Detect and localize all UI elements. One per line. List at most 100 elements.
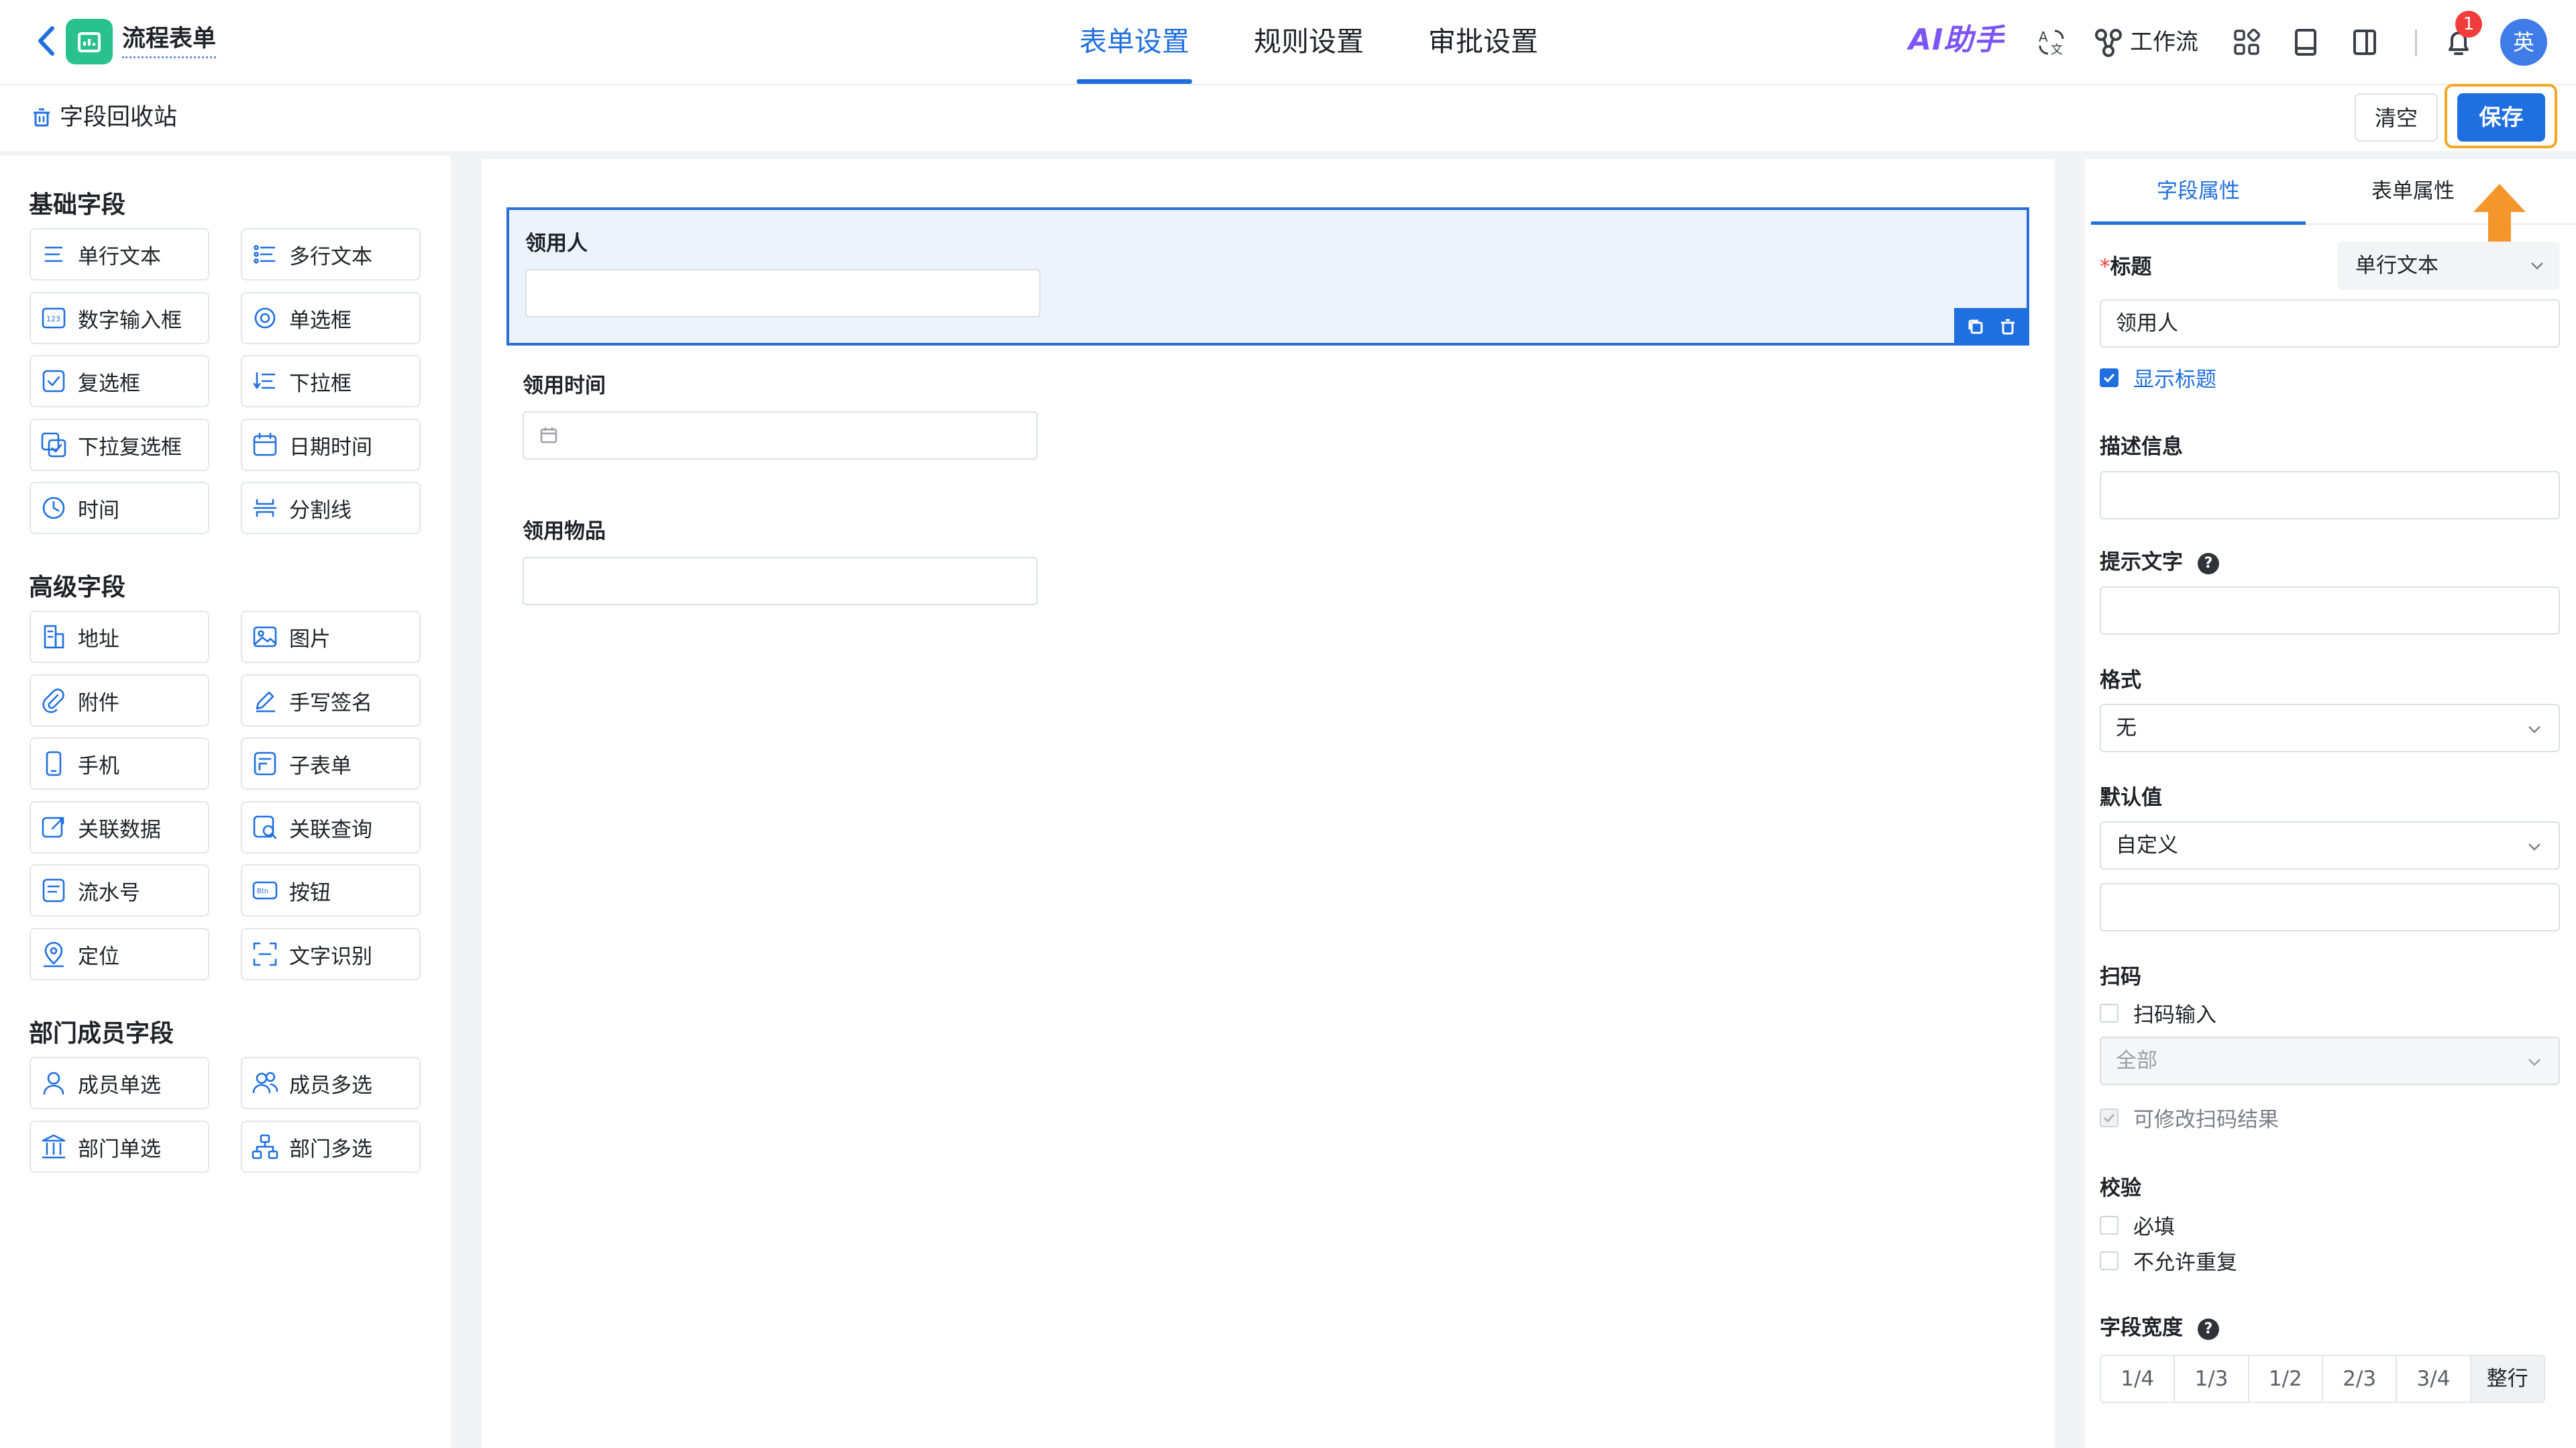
show-title-checkbox[interactable]: 显示标题 [2100,362,2216,393]
back-arrow-icon[interactable] [32,20,59,62]
palette-item[interactable]: 多行文本 [241,228,421,280]
calendar-icon [540,427,557,444]
app-logo-icon [66,19,113,64]
palette-item[interactable]: 子表单 [241,737,421,790]
palette-item[interactable]: 单选框 [241,292,421,344]
help-icon[interactable]: ? [2198,552,2219,574]
action-bar: 字段回收站 清空 [0,85,2576,151]
workflow-icon[interactable] [2092,25,2125,59]
top-header: 流程表单 表单设置 规则设置 审批设置 AI助手 A 文 工作流 1 英 [0,0,2576,85]
validation-label: 校验 [2100,1176,2141,1200]
palette-item[interactable]: 下拉框 [241,355,421,407]
checkbox-checked-icon [2100,368,2118,387]
properties-panel: 字段属性 表单属性 *标题 单行文本 领用人 显示标题 描述信息 提示文字? 格… [2085,159,2576,1448]
field-type-select[interactable]: 单行文本 [2338,242,2560,290]
palette-item[interactable]: 手机 [30,737,209,790]
palette-item[interactable]: 地址 [30,611,209,663]
chevron-down-icon [2528,1059,2540,1066]
form-field-selected[interactable]: 领用人 [506,207,2029,346]
palette-item[interactable]: 文字识别 [241,928,421,980]
palette-item[interactable]: 成员多选 [241,1057,421,1109]
palette-item[interactable]: 手写签名 [241,674,421,727]
form-canvas: 领用人 领用时间 领用物品 [482,159,2055,1448]
format-value: 无 [2116,716,2137,740]
palette-item-label: 分割线 [289,498,352,523]
placeholder-label-text: 提示文字 [2100,550,2183,574]
notification-badge: 1 [2455,11,2482,38]
divider-icon [253,499,277,517]
palette-item[interactable]: 部门多选 [241,1121,421,1173]
description-input[interactable] [2100,471,2560,519]
required-checkbox[interactable]: 必填 [2100,1210,2175,1240]
palette-item-label: 子表单 [289,754,352,778]
palette-item[interactable]: 123 数字输入框 [30,292,209,344]
recycle-bin-link[interactable]: 字段回收站 [30,100,177,135]
width-option-3-4[interactable]: 3/4 [2397,1356,2471,1402]
translate-icon[interactable]: A 文 [2035,25,2068,59]
book-icon[interactable] [2289,25,2322,59]
field-type-value: 单行文本 [2355,254,2438,278]
app-title[interactable]: 流程表单 [122,25,217,58]
default-value-select[interactable]: 自定义 [2100,821,2560,870]
palette-item[interactable]: 定位 [30,928,209,980]
subform-icon [254,752,276,776]
default-value-label: 默认值 [2100,786,2162,810]
width-option-1-2[interactable]: 1/2 [2249,1356,2323,1402]
width-option-full[interactable]: 整行 [2471,1356,2544,1402]
checkbox-icon [42,370,65,393]
ai-helper-button[interactable]: AI助手 [1909,20,2004,60]
width-option-1-4[interactable]: 1/4 [2101,1356,2176,1402]
tab-form-settings[interactable]: 表单设置 [1077,0,1192,84]
field-palette: 基础字段 单行文本 多行文本 123 数字输入框 单选框 复选框 下拉框 下拉复选框 日期时间 时间… [0,156,451,1448]
users-icon [252,1072,278,1094]
format-select[interactable]: 无 [2100,704,2560,752]
tab-field-properties[interactable]: 字段属性 [2091,159,2306,225]
checkbox-icon [2100,1003,2118,1023]
palette-item[interactable]: 下拉复选框 [30,419,209,471]
palette-item[interactable]: 成员单选 [30,1057,209,1109]
palette-item[interactable]: 单行文本 [30,228,209,280]
palette-item[interactable]: 时间 [30,482,209,534]
placeholder-input[interactable] [2100,586,2560,635]
chevron-down-icon [2528,843,2540,851]
tab-approval-settings[interactable]: 审批设置 [1426,0,1541,84]
header-divider [2415,30,2417,56]
palette-item[interactable]: 关联数据 [30,801,209,854]
palette-item[interactable]: 分割线 [241,482,421,534]
save-button[interactable]: 保存 [2457,93,2545,142]
palette-item[interactable]: 流水号 [30,864,209,917]
workflow-label[interactable]: 工作流 [2130,27,2198,58]
scan-label: 扫码 [2100,965,2141,989]
palette-item[interactable]: 日期时间 [241,419,421,471]
palette-item-label: 部门单选 [78,1137,161,1161]
no-duplicate-checkbox[interactable]: 不允许重复 [2100,1245,2237,1276]
title-input[interactable]: 领用人 [2100,299,2560,348]
ocr-icon [253,942,277,966]
palette-section-title: 高级字段 [29,574,126,601]
width-option-1-3[interactable]: 1/3 [2175,1356,2249,1402]
single-line-text-icon [44,246,63,262]
org-chart-icon [252,1134,278,1159]
tab-rule-settings[interactable]: 规则设置 [1251,0,1366,84]
width-option-2-3[interactable]: 2/3 [2323,1356,2398,1402]
help-icon[interactable]: ? [2198,1318,2219,1340]
form-field[interactable]: 领用物品 [506,491,2029,625]
palette-item[interactable]: Btn 按钮 [241,864,421,917]
copy-icon[interactable] [1966,317,1986,337]
delete-icon[interactable] [1998,317,2018,337]
palette-item[interactable]: 图片 [241,611,421,663]
palette-item[interactable]: 部门单选 [30,1121,209,1173]
clear-button[interactable]: 清空 [2355,93,2438,142]
show-title-label: 显示标题 [2133,368,2216,392]
avatar[interactable]: 英 [2500,19,2547,66]
apps-grid-icon[interactable] [2230,25,2263,59]
form-field[interactable]: 领用时间 [506,346,2029,480]
palette-item-label: 地址 [78,627,119,652]
palette-item[interactable]: 附件 [30,674,209,727]
palette-item[interactable]: 关联查询 [241,801,421,854]
default-value-input[interactable] [2100,883,2560,931]
palette-item[interactable]: 复选框 [30,355,209,407]
scan-input-checkbox[interactable]: 扫码输入 [2100,998,2216,1028]
layout-panel-icon[interactable] [2348,25,2381,59]
palette-item-label: 文字识别 [289,944,372,969]
